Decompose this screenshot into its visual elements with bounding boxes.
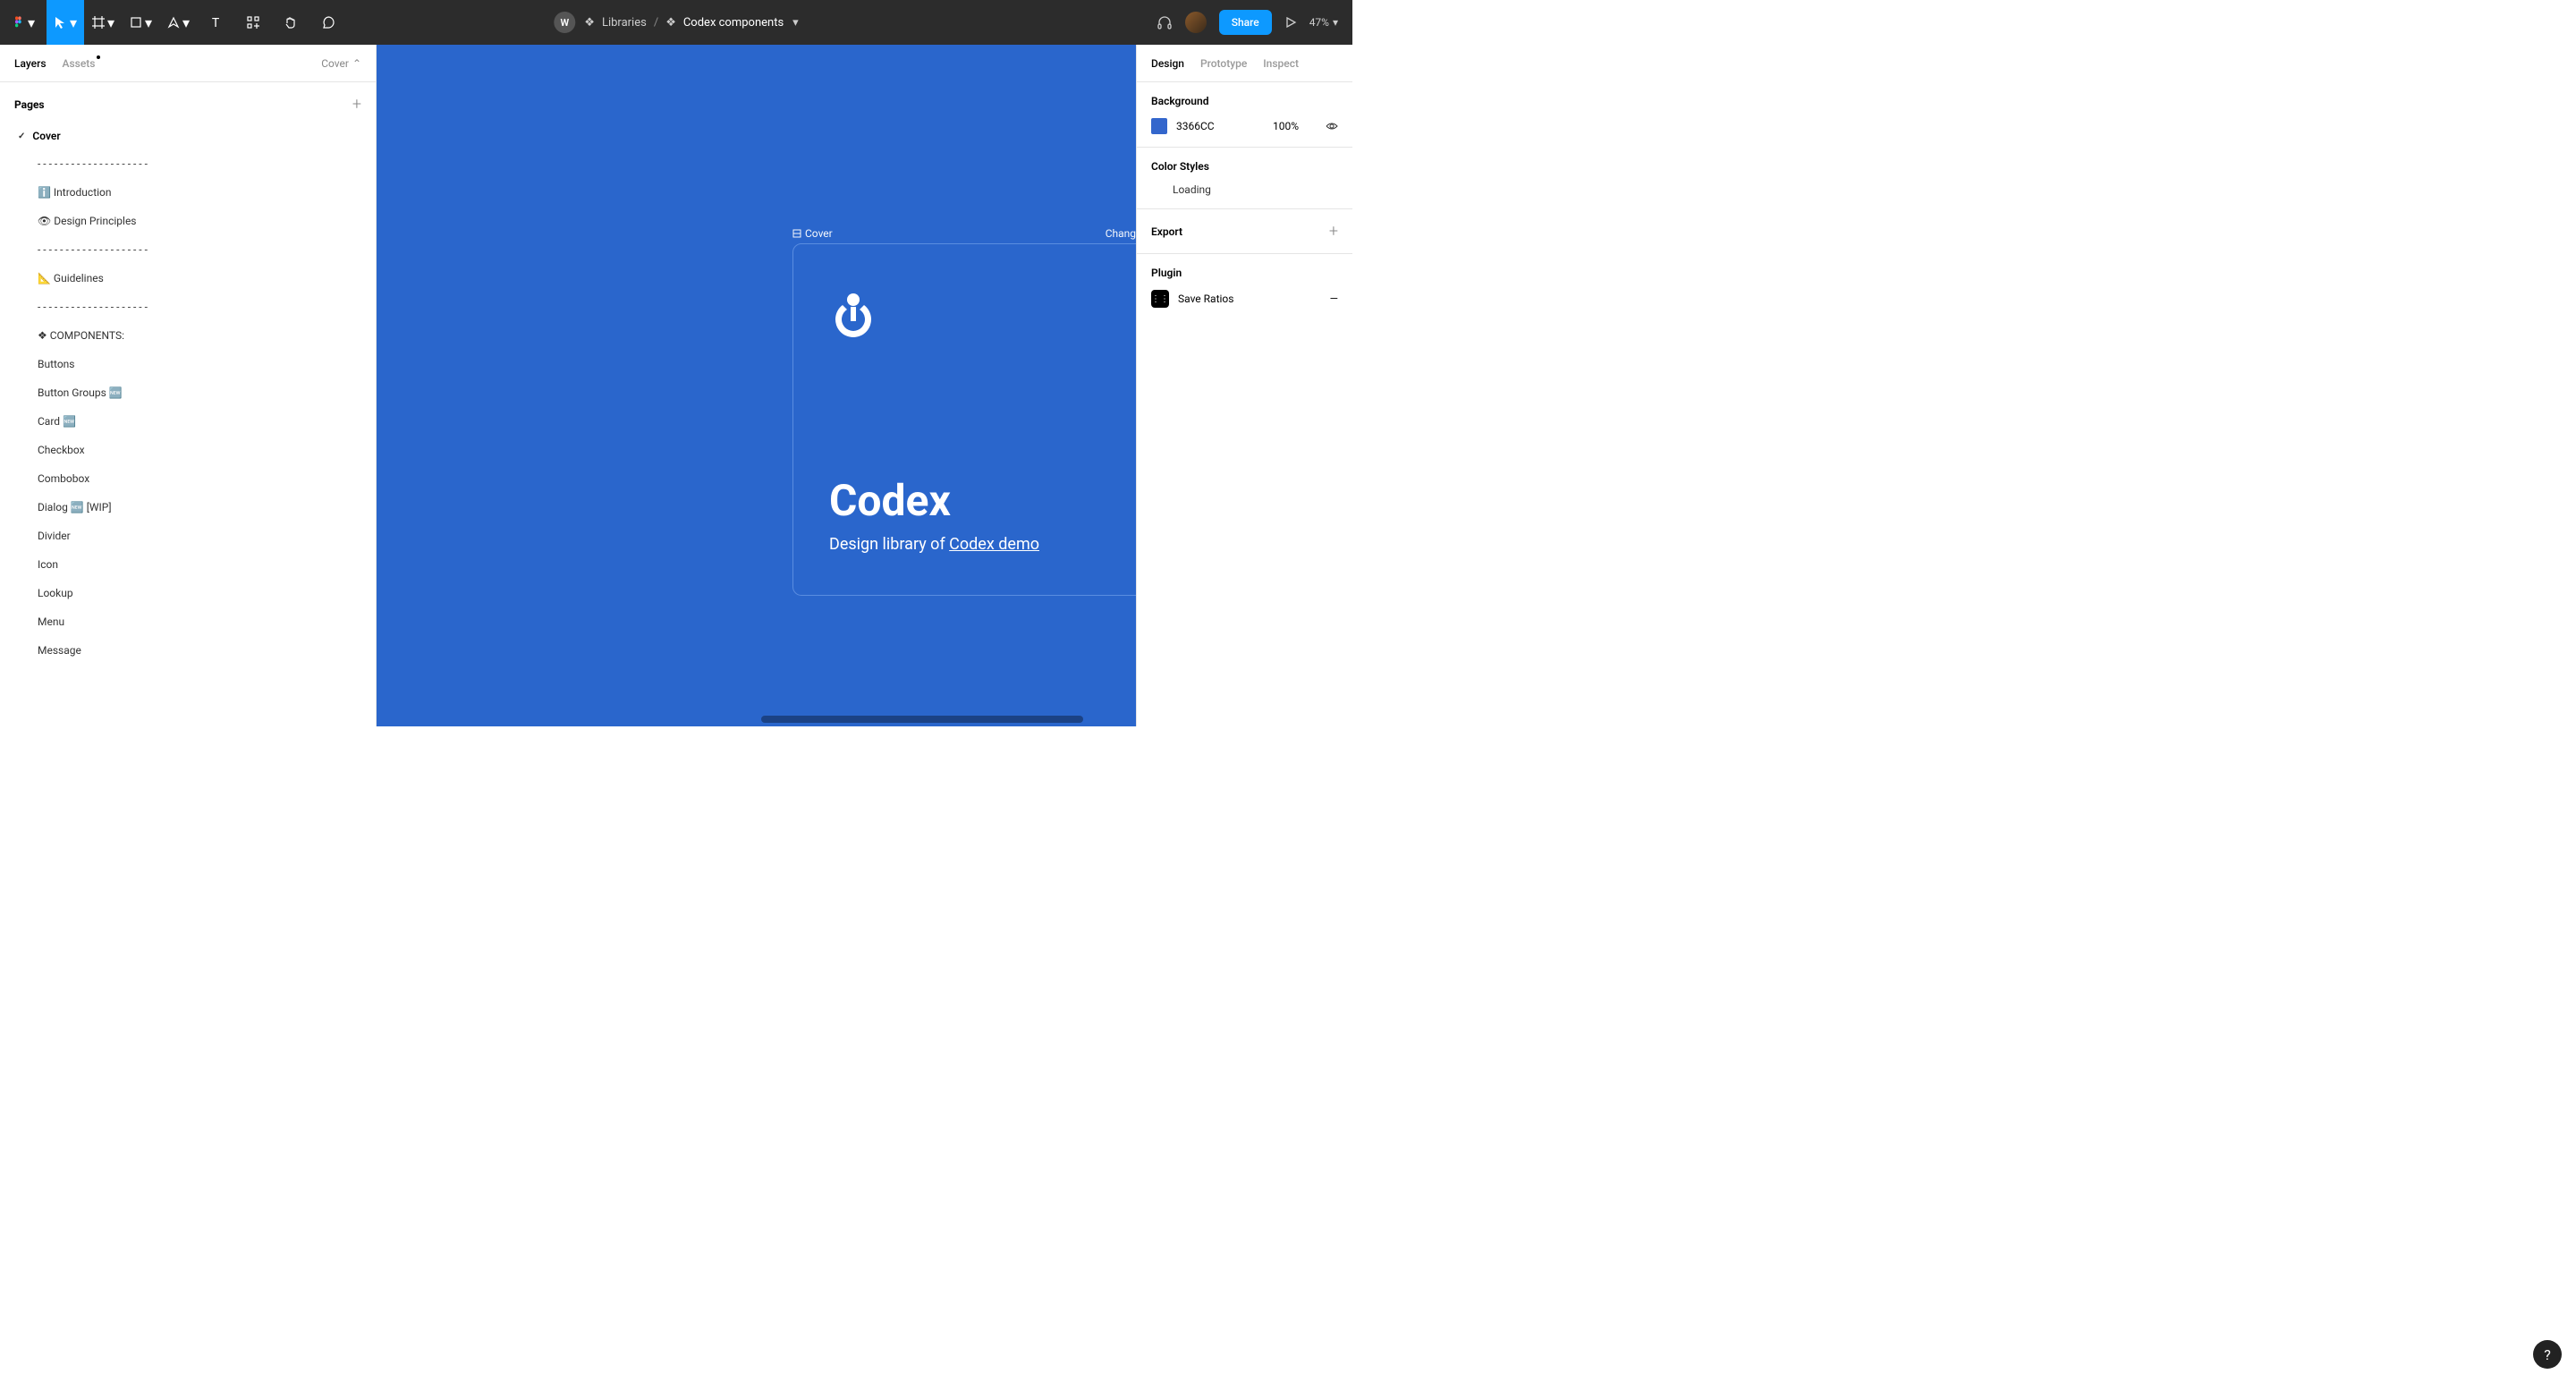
chevron-down-icon: ▾ <box>70 14 77 31</box>
shape-tool-button[interactable]: ▾ <box>122 0 159 45</box>
add-export-button[interactable]: + <box>1329 222 1338 241</box>
background-hex[interactable]: 3366CC <box>1176 120 1215 132</box>
figma-menu-button[interactable]: ▾ <box>0 0 47 45</box>
chevron-down-icon: ▾ <box>1333 16 1338 29</box>
visibility-icon[interactable] <box>1326 120 1338 132</box>
page-row-current[interactable]: ✓ Cover <box>0 123 376 149</box>
background-opacity[interactable]: 100% <box>1273 120 1299 132</box>
breadcrumb: W ❖ Libraries / ❖ Codex components ▾ <box>554 12 798 33</box>
horizontal-scrollbar[interactable] <box>761 716 1083 723</box>
page-item[interactable]: Card 🆕 <box>23 407 376 436</box>
caret-icon: ✓ <box>18 132 25 141</box>
hand-tool-button[interactable] <box>272 0 309 45</box>
background-color-swatch[interactable] <box>1151 118 1167 134</box>
page-item[interactable]: - - - - - - - - - - - - - - - - - - - - <box>23 235 376 264</box>
page-item[interactable]: Menu <box>23 607 376 636</box>
comment-tool-button[interactable] <box>309 0 347 45</box>
tab-layers[interactable]: Layers <box>14 57 47 70</box>
tab-inspect[interactable]: Inspect <box>1263 57 1299 70</box>
cover-subtitle: Design library of Codex demo <box>829 535 1136 554</box>
page-item[interactable]: ℹ️ Introduction <box>23 178 376 207</box>
chevron-down-icon: ▾ <box>145 14 152 31</box>
move-tool-button[interactable]: ▾ <box>47 0 84 45</box>
resources-tool-button[interactable] <box>234 0 272 45</box>
wikimedia-logo-icon <box>829 289 877 337</box>
page-item[interactable]: - - - - - - - - - - - - - - - - - - - - <box>23 293 376 321</box>
remove-plugin-button[interactable]: — <box>1330 293 1338 305</box>
page-item[interactable]: 📐 Guidelines <box>23 264 376 293</box>
canvas[interactable]: Cover Codex Design library of Codex demo… <box>377 45 1136 726</box>
color-styles-title: Color Styles <box>1151 160 1338 173</box>
page-item[interactable]: 👁 Design Principles <box>23 207 376 235</box>
text-tool-button[interactable]: T <box>197 0 234 45</box>
play-icon[interactable] <box>1284 16 1297 29</box>
tab-assets[interactable]: Assets <box>63 57 96 70</box>
page-item[interactable]: ❖ COMPONENTS: <box>23 321 376 350</box>
cover-frame[interactable]: Codex Design library of Codex demo Butto… <box>792 243 1136 596</box>
add-page-button[interactable]: + <box>352 95 361 114</box>
frame-label[interactable]: Cover <box>792 227 833 240</box>
chevron-down-icon: ▾ <box>28 14 35 31</box>
page-item[interactable]: Checkbox <box>23 436 376 464</box>
help-button[interactable]: ? <box>2533 1340 2562 1369</box>
export-section-title: Export <box>1151 225 1182 238</box>
pages-header-label: Pages <box>14 98 45 111</box>
top-toolbar: ▾ ▾ ▾ ▾ ▾ T W <box>0 0 1352 45</box>
right-panel: Design Prototype Inspect Background 3366… <box>1136 45 1352 726</box>
zoom-control[interactable]: 47% ▾ <box>1309 16 1338 29</box>
chevron-down-icon[interactable]: ▾ <box>792 16 799 30</box>
team-avatar[interactable]: W <box>554 12 575 33</box>
plugin-icon: ⋮⋮ <box>1151 290 1169 308</box>
page-list: - - - - - - - - - - - - - - - - - - - - … <box>0 149 376 665</box>
cover-title: Codex <box>829 475 1136 526</box>
page-selector[interactable]: Cover ⌃ <box>321 57 361 70</box>
page-item[interactable]: Message <box>23 636 376 665</box>
chevron-down-icon: ▾ <box>182 14 190 31</box>
svg-text:T: T <box>212 16 220 30</box>
chevron-up-icon: ⌃ <box>352 57 361 70</box>
page-item[interactable]: - - - - - - - - - - - - - - - - - - - - <box>23 149 376 178</box>
headphones-icon[interactable] <box>1157 14 1173 30</box>
page-item[interactable]: Dialog 🆕 [WIP] <box>23 493 376 522</box>
frame-label[interactable]: Chang <box>1106 227 1136 240</box>
pen-tool-button[interactable]: ▾ <box>159 0 197 45</box>
share-button[interactable]: Share <box>1219 10 1272 35</box>
chevron-down-icon: ▾ <box>107 14 114 31</box>
page-item[interactable]: Divider <box>23 522 376 550</box>
page-item[interactable]: Icon <box>23 550 376 579</box>
page-item[interactable]: Buttons <box>23 350 376 378</box>
page-item[interactable]: Combobox <box>23 464 376 493</box>
page-item[interactable]: Lookup <box>23 579 376 607</box>
tab-design[interactable]: Design <box>1151 57 1184 70</box>
tab-prototype[interactable]: Prototype <box>1200 57 1247 70</box>
breadcrumb-file[interactable]: Codex components <box>683 16 784 30</box>
frame-tool-button[interactable]: ▾ <box>84 0 122 45</box>
plugin-section-title: Plugin <box>1151 267 1338 279</box>
plugin-name[interactable]: Save Ratios <box>1178 293 1233 305</box>
background-section-title: Background <box>1151 95 1338 107</box>
left-panel: Layers Assets Cover ⌃ Pages + ✓ Cover - … <box>0 45 377 726</box>
color-styles-loading: Loading <box>1151 183 1338 196</box>
breadcrumb-library[interactable]: Libraries <box>602 16 647 30</box>
page-item[interactable]: Button Groups 🆕 <box>23 378 376 407</box>
user-avatar[interactable] <box>1185 12 1207 33</box>
